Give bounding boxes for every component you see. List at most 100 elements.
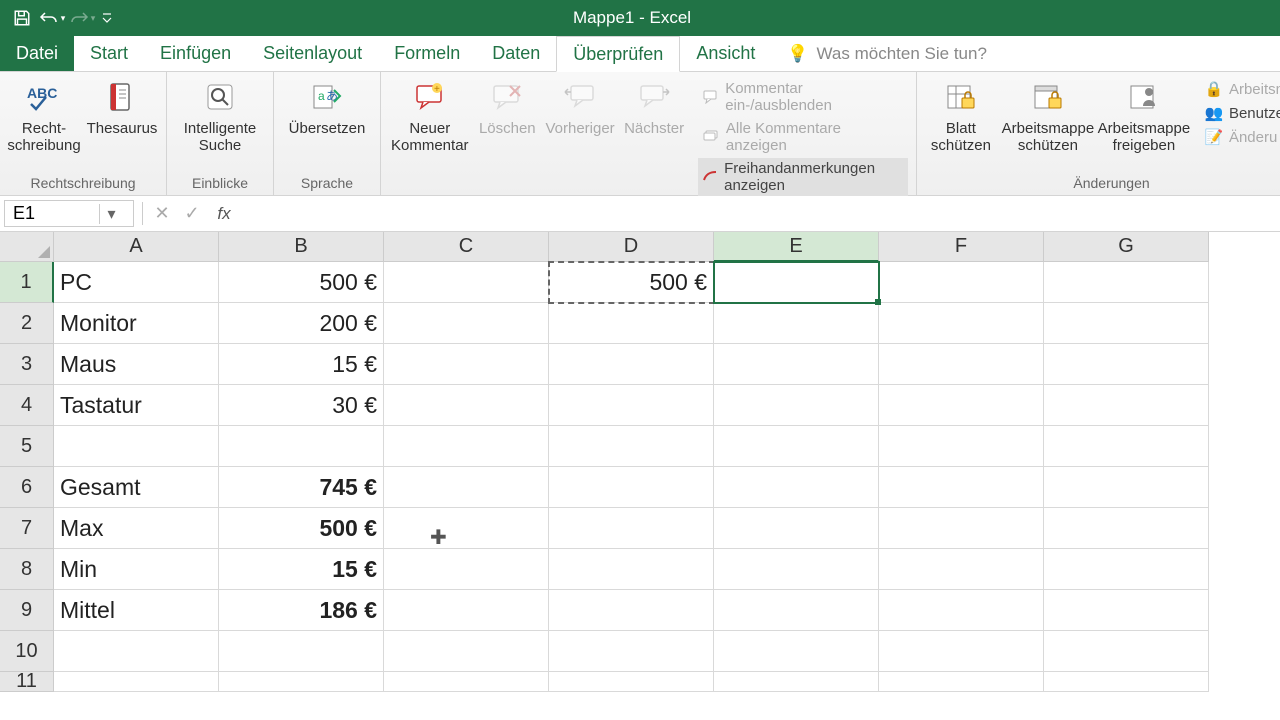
cell-D8[interactable] <box>549 549 714 590</box>
cell-E1[interactable] <box>714 262 879 303</box>
row-header-5[interactable]: 5 <box>0 426 54 467</box>
row-header-10[interactable]: 10 <box>0 631 54 672</box>
formula-input[interactable] <box>241 196 1280 231</box>
cell-E2[interactable] <box>714 303 879 344</box>
protect-workbook-button[interactable]: Arbeitsmappe schützen <box>1005 76 1091 155</box>
name-box-dropdown-icon[interactable]: ▾ <box>99 204 123 224</box>
cell-A4[interactable]: Tastatur <box>54 385 219 426</box>
cell-A10[interactable] <box>54 631 219 672</box>
cell-B4[interactable]: 30 € <box>219 385 384 426</box>
tell-me-search[interactable]: 💡 Was möchten Sie tun? <box>771 36 1003 71</box>
cell-B8[interactable]: 15 € <box>219 549 384 590</box>
toggle-comment-button[interactable]: Kommentar ein-/ausblenden <box>698 78 908 116</box>
cell-A3[interactable]: Maus <box>54 344 219 385</box>
cell-A7[interactable]: Max <box>54 508 219 549</box>
row-header-11[interactable]: 11 <box>0 672 54 692</box>
track-changes-button[interactable]: 📝 Änderu <box>1201 126 1280 148</box>
cell-B6[interactable]: 745 € <box>219 467 384 508</box>
smart-lookup-button[interactable]: Intelligente Suche <box>177 76 263 155</box>
tab-review[interactable]: Überprüfen <box>556 36 680 72</box>
cell-E11[interactable] <box>714 672 879 692</box>
col-header-G[interactable]: G <box>1044 232 1209 262</box>
cell-D3[interactable] <box>549 344 714 385</box>
cell-D2[interactable] <box>549 303 714 344</box>
cell-G4[interactable] <box>1044 385 1209 426</box>
share-workbook-button[interactable]: Arbeitsmappe freigeben <box>1101 76 1187 155</box>
cell-G7[interactable] <box>1044 508 1209 549</box>
cell-C10[interactable] <box>384 631 549 672</box>
tab-page-layout[interactable]: Seitenlayout <box>247 36 378 71</box>
cell-C4[interactable] <box>384 385 549 426</box>
customize-qat-icon[interactable] <box>98 4 116 32</box>
show-ink-button[interactable]: Freihandanmerkungen anzeigen <box>698 158 908 196</box>
tab-formulas[interactable]: Formeln <box>378 36 476 71</box>
undo-icon[interactable]: ▾ <box>38 4 66 32</box>
tab-insert[interactable]: Einfügen <box>144 36 247 71</box>
tab-home[interactable]: Start <box>74 36 144 71</box>
cell-F1[interactable] <box>879 262 1044 303</box>
cell-F3[interactable] <box>879 344 1044 385</box>
cell-G5[interactable] <box>1044 426 1209 467</box>
cell-F11[interactable] <box>879 672 1044 692</box>
cell-B7[interactable]: 500 € <box>219 508 384 549</box>
col-header-C[interactable]: C <box>384 232 549 262</box>
col-header-A[interactable]: A <box>54 232 219 262</box>
cell-F8[interactable] <box>879 549 1044 590</box>
cell-E3[interactable] <box>714 344 879 385</box>
cell-D1[interactable]: 500 € <box>549 262 714 303</box>
translate-button[interactable]: aあ Übersetzen <box>284 76 370 137</box>
cell-A11[interactable] <box>54 672 219 692</box>
cell-D9[interactable] <box>549 590 714 631</box>
cell-E5[interactable] <box>714 426 879 467</box>
cell-E8[interactable] <box>714 549 879 590</box>
cell-E7[interactable] <box>714 508 879 549</box>
spelling-button[interactable]: ABC Recht- schreibung <box>10 76 78 155</box>
cell-D10[interactable] <box>549 631 714 672</box>
cell-G10[interactable] <box>1044 631 1209 672</box>
cell-G1[interactable] <box>1044 262 1209 303</box>
cell-B1[interactable]: 500 € <box>219 262 384 303</box>
name-box-input[interactable] <box>5 203 99 224</box>
row-header-7[interactable]: 7 <box>0 508 54 549</box>
cell-A9[interactable]: Mittel <box>54 590 219 631</box>
row-header-3[interactable]: 3 <box>0 344 54 385</box>
select-all-corner[interactable] <box>0 232 54 262</box>
cell-C9[interactable] <box>384 590 549 631</box>
cell-F7[interactable] <box>879 508 1044 549</box>
cell-G6[interactable] <box>1044 467 1209 508</box>
row-header-6[interactable]: 6 <box>0 467 54 508</box>
thesaurus-button[interactable]: Thesaurus <box>88 76 156 137</box>
cell-C3[interactable] <box>384 344 549 385</box>
cell-F4[interactable] <box>879 385 1044 426</box>
row-header-2[interactable]: 2 <box>0 303 54 344</box>
cell-C11[interactable] <box>384 672 549 692</box>
cell-B10[interactable] <box>219 631 384 672</box>
row-header-4[interactable]: 4 <box>0 385 54 426</box>
cell-E4[interactable] <box>714 385 879 426</box>
new-comment-button[interactable]: + Neuer Kommentar <box>391 76 469 155</box>
cell-G3[interactable] <box>1044 344 1209 385</box>
col-header-D[interactable]: D <box>549 232 714 262</box>
cell-F5[interactable] <box>879 426 1044 467</box>
cell-C8[interactable] <box>384 549 549 590</box>
cell-D6[interactable] <box>549 467 714 508</box>
cell-A2[interactable]: Monitor <box>54 303 219 344</box>
fx-icon[interactable]: fx <box>207 196 241 231</box>
cell-F2[interactable] <box>879 303 1044 344</box>
cell-C7[interactable] <box>384 508 549 549</box>
tab-view[interactable]: Ansicht <box>680 36 771 71</box>
cell-A8[interactable]: Min <box>54 549 219 590</box>
save-icon[interactable] <box>8 4 36 32</box>
cell-G9[interactable] <box>1044 590 1209 631</box>
protect-share-button[interactable]: 🔒 Arbeitsm <box>1201 78 1280 100</box>
cell-F6[interactable] <box>879 467 1044 508</box>
cell-D7[interactable] <box>549 508 714 549</box>
cell-E6[interactable] <box>714 467 879 508</box>
cell-G8[interactable] <box>1044 549 1209 590</box>
cell-B3[interactable]: 15 € <box>219 344 384 385</box>
cell-E9[interactable] <box>714 590 879 631</box>
cell-D11[interactable] <box>549 672 714 692</box>
cell-C2[interactable] <box>384 303 549 344</box>
col-header-F[interactable]: F <box>879 232 1044 262</box>
allow-users-button[interactable]: 👥 Benutze <box>1201 102 1280 124</box>
